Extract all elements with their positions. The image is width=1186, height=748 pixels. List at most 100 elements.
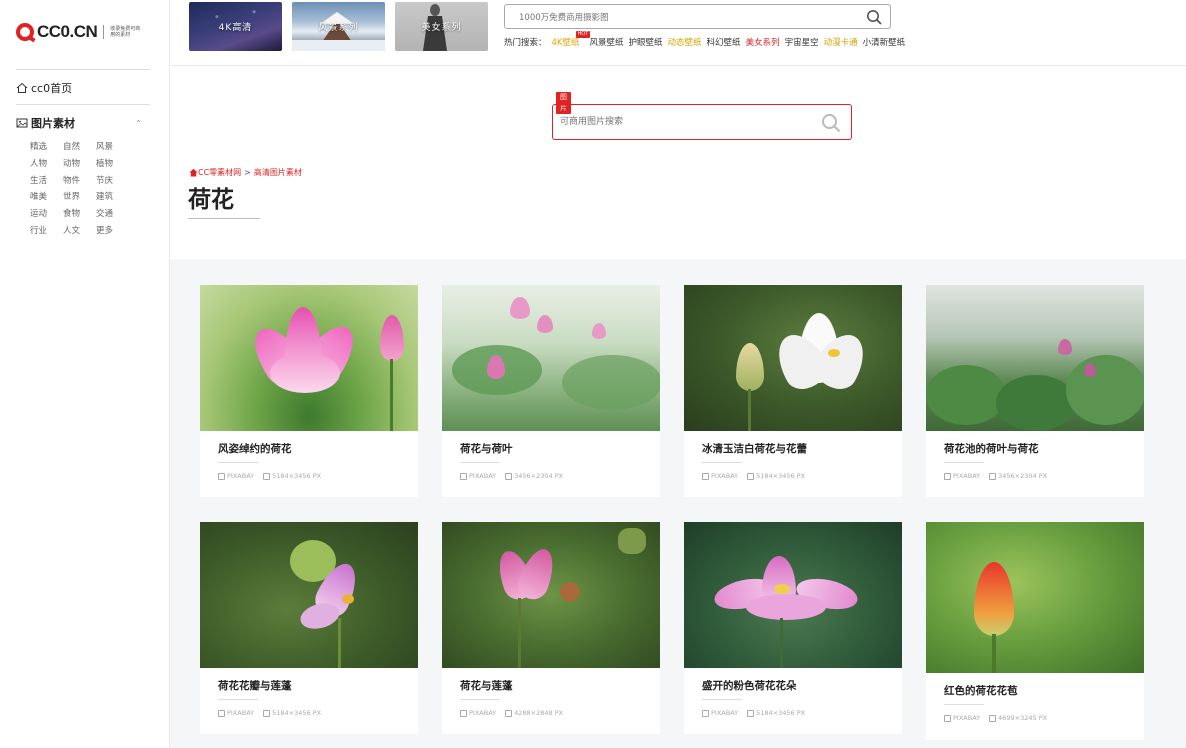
card-meta: PIXABAY 5184×3456 PX — [218, 709, 400, 717]
card-source-text: PIXABAY — [227, 709, 255, 717]
sidebar-tag[interactable]: 世界 — [63, 191, 96, 205]
thumb-4k[interactable]: 4K高清 — [189, 2, 282, 51]
image-icon — [263, 472, 271, 480]
card-image[interactable] — [684, 522, 902, 668]
card-size-text: 4699×3245 PX — [998, 714, 1048, 722]
sidebar-tag[interactable]: 自然 — [63, 141, 96, 155]
image-card[interactable]: 红色的荷花花苞 PIXABAY 4699×3245 PX — [926, 522, 1144, 740]
card-size: 3456×2304 PX — [989, 472, 1047, 480]
copy-icon — [944, 714, 951, 722]
card-source: PIXABAY — [944, 714, 980, 722]
hot-item[interactable]: 动漫卡通 — [824, 38, 858, 48]
hot-badge: HOT — [575, 31, 591, 38]
sidebar-item-label: 图片素材 — [31, 117, 75, 130]
sidebar-tag[interactable]: 交通 — [96, 208, 129, 222]
image-card[interactable]: 荷花花瓣与莲蓬 PIXABAY 5184×3456 PX — [200, 522, 418, 734]
thumb-beauty[interactable]: 美女系列 — [395, 2, 488, 51]
image-card[interactable]: 盛开的粉色荷花花朵 PIXABAY 5184×3456 PX — [684, 522, 902, 734]
sidebar-tag[interactable]: 食物 — [63, 208, 96, 222]
card-image[interactable] — [926, 285, 1144, 431]
card-title[interactable]: 红色的荷花花苞 — [944, 683, 1126, 700]
image-icon — [989, 714, 997, 722]
card-meta: PIXABAY 5184×3456 PX — [218, 472, 400, 480]
thumb-label: 美女系列 — [421, 23, 462, 33]
card-title[interactable]: 荷花池的荷叶与荷花 — [944, 441, 1126, 458]
card-size: 5184×3456 PX — [263, 472, 321, 480]
breadcrumb: CC零素材网 > 高清图片素材 — [189, 167, 302, 178]
sidebar-tag[interactable]: 唯美 — [30, 191, 63, 205]
sidebar-tag[interactable]: 人物 — [30, 158, 63, 172]
image-card[interactable]: 荷花与莲蓬 PIXABAY 4288×2848 PX — [442, 522, 660, 734]
lotus-seedpod — [618, 528, 646, 554]
card-image[interactable] — [926, 522, 1144, 673]
card-title[interactable]: 荷花与莲蓬 — [460, 678, 642, 695]
image-card[interactable]: 荷花与荷叶 PIXABAY 3456×2304 PX — [442, 285, 660, 497]
card-image[interactable] — [442, 285, 660, 431]
sidebar-tag[interactable]: 风景 — [96, 141, 129, 155]
sidebar-item-home[interactable]: cc0首页 — [16, 80, 72, 96]
hot-item[interactable]: 宇宙星空 — [785, 38, 819, 48]
breadcrumb-home[interactable]: CC零素材网 — [198, 167, 241, 178]
card-meta: PIXABAY 3456×2304 PX — [944, 472, 1126, 480]
sidebar-tag[interactable]: 人文 — [63, 225, 96, 239]
sidebar-tag[interactable]: 精选 — [30, 141, 63, 155]
card-image[interactable] — [200, 522, 418, 668]
copy-icon — [460, 472, 467, 480]
lotus-flower — [510, 297, 530, 319]
card-title[interactable]: 冰清玉洁白荷花与花蕾 — [702, 441, 884, 458]
sidebar-tag[interactable]: 建筑 — [96, 191, 129, 205]
image-search-input[interactable] — [553, 105, 803, 139]
image-icon — [989, 472, 997, 480]
breadcrumb-current[interactable]: 高清图片素材 — [254, 167, 302, 178]
chevron-up-icon[interactable]: ⌃ — [135, 119, 142, 128]
sidebar-tag[interactable]: 物件 — [63, 175, 96, 189]
card-source-text: PIXABAY — [711, 472, 739, 480]
image-card[interactable]: 冰清玉洁白荷花与花蕾 PIXABAY 5184×3456 PX — [684, 285, 902, 497]
card-image[interactable] — [200, 285, 418, 431]
hot-item[interactable]: 护眼壁纸 — [629, 38, 663, 48]
hot-item[interactable]: 科幻壁纸 — [707, 38, 741, 48]
stem — [338, 618, 341, 668]
lotus-petal — [270, 353, 340, 393]
site-logo[interactable]: CC0.CN 收录免费可商用的素材 — [16, 22, 140, 42]
card-image[interactable] — [442, 522, 660, 668]
image-icon — [263, 709, 271, 717]
sidebar-tag[interactable]: 行业 — [30, 225, 63, 239]
image-icon — [16, 118, 28, 128]
card-title[interactable]: 荷花与荷叶 — [460, 441, 642, 458]
hot-item[interactable]: 动态壁纸 — [668, 38, 702, 48]
copy-icon — [218, 709, 225, 717]
hot-item[interactable]: 美女系列 — [746, 38, 780, 48]
hot-item[interactable]: 风景壁纸 — [590, 38, 624, 48]
sidebar-tag[interactable]: 运动 — [30, 208, 63, 222]
image-icon — [505, 472, 513, 480]
card-underline — [702, 462, 742, 463]
card-title[interactable]: 荷花花瓣与莲蓬 — [218, 678, 400, 695]
card-source-text: PIXABAY — [469, 709, 497, 717]
image-card[interactable]: 荷花池的荷叶与荷花 PIXABAY 3456×2304 PX — [926, 285, 1144, 497]
hot-item[interactable]: 4K壁纸 HOT — [552, 31, 591, 48]
card-source-text: PIXABAY — [711, 709, 739, 717]
sidebar-tag[interactable]: 更多 — [96, 225, 129, 239]
image-gallery: 风姿绰约的荷花 PIXABAY 5184×3456 PX 荷花与荷叶 PIXAB… — [170, 259, 1186, 748]
search-icon[interactable] — [821, 113, 841, 133]
thumb-scenery[interactable]: 风景系列 — [292, 2, 385, 51]
card-image[interactable] — [684, 285, 902, 431]
lotus-leaf — [1066, 355, 1144, 425]
hot-item[interactable]: 小清新壁纸 — [863, 38, 906, 48]
sidebar-item-images[interactable]: 图片素材 ⌃ — [16, 115, 142, 131]
search-icon[interactable] — [866, 9, 882, 25]
lotus-flower — [1084, 363, 1096, 377]
card-source-text: PIXABAY — [227, 472, 255, 480]
card-title[interactable]: 风姿绰约的荷花 — [218, 441, 400, 458]
card-title[interactable]: 盛开的粉色荷花花朵 — [702, 678, 884, 695]
top-search-input[interactable] — [505, 6, 845, 30]
image-card[interactable]: 风姿绰约的荷花 PIXABAY 5184×3456 PX — [200, 285, 418, 497]
copy-icon — [460, 709, 467, 717]
sidebar-tag[interactable]: 节庆 — [96, 175, 129, 189]
logo-slogan: 收录免费可商用的素材 — [110, 26, 141, 38]
sidebar-tag[interactable]: 植物 — [96, 158, 129, 172]
sidebar-tag[interactable]: 生活 — [30, 175, 63, 189]
sidebar-tag[interactable]: 动物 — [63, 158, 96, 172]
stem — [390, 359, 393, 431]
